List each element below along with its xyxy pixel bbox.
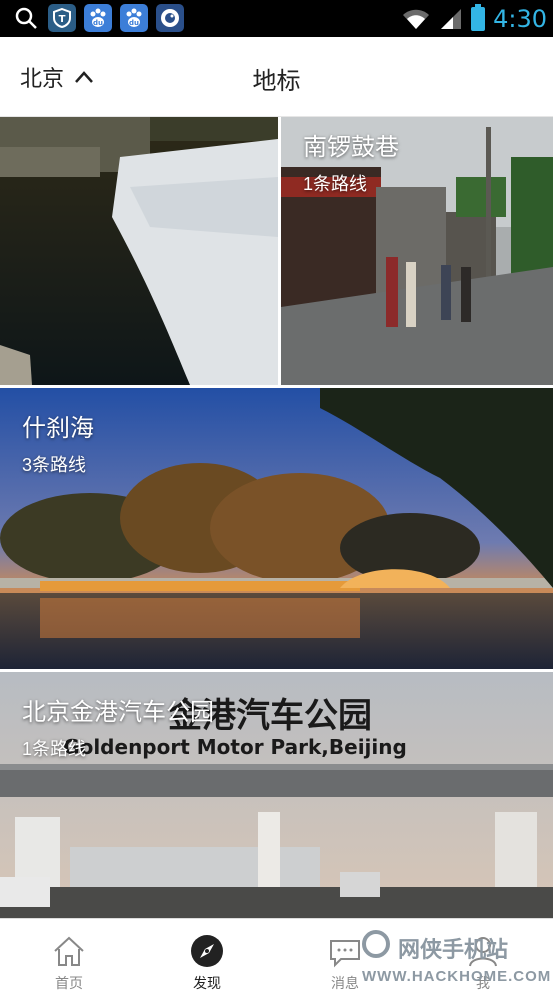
search-icon — [12, 4, 40, 32]
top-bar: 北京 地标 — [0, 37, 553, 117]
bird-app-icon — [156, 4, 184, 32]
svg-text:du: du — [129, 19, 139, 27]
tab-label: 首页 — [55, 975, 83, 991]
baidu-paw-icon: du — [120, 4, 148, 32]
compass-icon — [191, 935, 223, 967]
landmark-name: 北京金港汽车公园 — [22, 699, 214, 726]
landmark-label: 什刹海 3条路线 — [22, 408, 94, 477]
landmark-label: 南锣鼓巷 1条路线 — [303, 127, 399, 196]
clock: 4:30 — [493, 4, 547, 33]
landmark-photo — [0, 117, 278, 385]
tab-discover[interactable]: 发现 — [138, 919, 276, 996]
tab-label: 我 — [476, 975, 490, 991]
baidu-paw-icon: du — [84, 4, 112, 32]
landmark-name: 南锣鼓巷 — [303, 134, 399, 161]
bottom-tab-bar: 首页 发现 消息 我 — [0, 918, 553, 995]
landmark-card[interactable]: 金港汽车公园 Goldenport Motor Park,Beijing 北京金… — [0, 672, 553, 918]
landmark-card[interactable]: 南锣鼓巷 1条路线 — [281, 117, 553, 385]
battery-icon — [471, 3, 486, 31]
landmark-label: 北京金港汽车公园 1条路线 — [22, 692, 214, 761]
tab-messages[interactable]: 消息 — [276, 919, 414, 996]
svg-text:du: du — [93, 19, 103, 27]
message-icon — [330, 940, 360, 968]
page-title: 地标 — [252, 68, 301, 95]
route-count: 3条路线 — [22, 455, 87, 475]
svg-text:T: T — [59, 14, 66, 25]
route-count: 1条路线 — [303, 174, 368, 194]
landmark-card[interactable]: 什刹海 3条路线 — [0, 388, 553, 669]
tab-home[interactable]: 首页 — [0, 919, 138, 996]
landmark-name: 什刹海 — [22, 415, 94, 442]
route-count: 1条路线 — [22, 739, 87, 759]
landmark-card[interactable] — [0, 117, 278, 385]
status-bar: T du du 4:30 — [0, 0, 553, 37]
tab-me[interactable]: 我 — [414, 919, 552, 996]
wifi-icon — [403, 9, 430, 29]
signal-icon — [441, 8, 462, 29]
shield-icon: T — [48, 4, 76, 32]
tab-label: 消息 — [331, 975, 359, 991]
home-icon — [54, 936, 84, 966]
tab-label: 发现 — [193, 975, 221, 991]
profile-icon — [469, 937, 497, 967]
